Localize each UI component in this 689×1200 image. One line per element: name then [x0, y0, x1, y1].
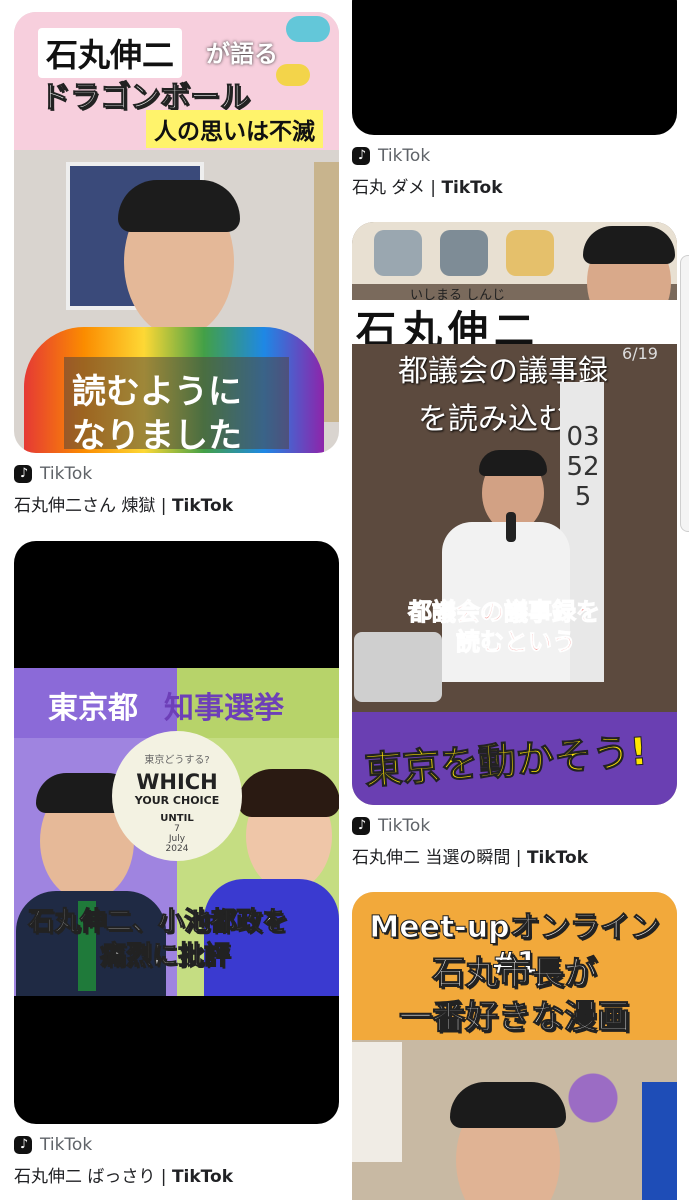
result-thumbnail-1[interactable]: 石丸伸二 が語る ドラゴンボール 人の思いは不滅 読むように なりました — [14, 12, 339, 453]
result-thumbnail-4[interactable]: いしまる しんじ 石丸伸二 6/19 都議会の議事録 を読み込む? 03 525 — [352, 222, 677, 805]
result-card-4[interactable]: いしまる しんじ 石丸伸二 6/19 都議会の議事録 を読み込む? 03 525 — [352, 222, 677, 868]
result-title-1[interactable]: 石丸伸二さん 煉獄 | TikTok — [14, 491, 339, 516]
choice-badge: 東京どうする? WHICH YOUR CHOICE UNTIL 7 July 2… — [112, 731, 242, 861]
jersey — [642, 1082, 677, 1200]
person-hair — [118, 180, 240, 232]
date-label: 6/19 — [622, 344, 658, 363]
thumb-caption-2: なりました — [72, 416, 242, 453]
source-label: TikTok — [378, 146, 431, 166]
title-name-box: 石丸伸二 — [38, 28, 183, 78]
cat-icon — [440, 230, 488, 276]
result-card-3[interactable]: ♪ TikTok 石丸 ダメ | TikTok — [352, 0, 677, 198]
source-label: TikTok — [40, 464, 93, 484]
result-thumbnail-3[interactable] — [352, 0, 677, 135]
meetup-line-3: 一番好きな漫画 — [399, 997, 631, 1037]
result-source-4[interactable]: ♪ TikTok — [352, 815, 677, 837]
man-hair — [583, 226, 675, 264]
tiktok-icon: ♪ — [352, 147, 370, 165]
red-line-2: 読むという — [456, 628, 577, 657]
result-title-3[interactable]: 石丸 ダメ | TikTok — [352, 173, 677, 198]
result-title-4[interactable]: 石丸伸二 当選の瞬間 | TikTok — [352, 843, 677, 868]
chat-bubble-icon-2 — [276, 64, 310, 86]
result-thumbnail-2[interactable]: 東京都 知事選挙 東京どうする? WHICH YOUR CHOICE UNTIL — [14, 541, 339, 1124]
speaker-hair — [479, 450, 547, 476]
meetup-line-2: 石丸市長が — [432, 953, 598, 993]
result-source-2[interactable]: ♪ TikTok — [14, 1134, 339, 1156]
thumb-caption-1: 読むように — [72, 372, 242, 412]
header-left-text: 東京都 — [48, 691, 138, 726]
tiktok-icon: ♪ — [14, 1136, 32, 1154]
source-label: TikTok — [378, 816, 431, 836]
result-card-2[interactable]: 東京都 知事選挙 東京どうする? WHICH YOUR CHOICE UNTIL — [14, 541, 339, 1187]
chat-bubble-icon — [286, 16, 330, 42]
caption-line-2: 痛烈に批評 — [99, 941, 231, 972]
title-line-3-box: 人の思いは不滅 — [146, 110, 323, 148]
result-card-1[interactable]: 石丸伸二 が語る ドラゴンボール 人の思いは不滅 読むように なりました ♪ T… — [14, 12, 339, 516]
tiktok-icon: ♪ — [14, 465, 32, 483]
caption-line-1: 石丸伸二、小池都政を — [27, 907, 289, 938]
cat-icon — [374, 230, 422, 276]
loudspeaker — [354, 632, 442, 702]
wall-frame — [352, 1042, 402, 1162]
tiktok-icon: ♪ — [352, 817, 370, 835]
title-suffix: が語る — [206, 40, 278, 68]
result-source-1[interactable]: ♪ TikTok — [14, 463, 339, 485]
image-search-results: 石丸伸二 が語る ドラゴンボール 人の思いは不滅 読むように なりました ♪ T… — [0, 0, 689, 1200]
result-source-3[interactable]: ♪ TikTok — [352, 145, 677, 167]
flower-vase — [558, 1062, 628, 1182]
phone-number: 03 525 — [566, 422, 600, 512]
source-label: TikTok — [40, 1135, 93, 1155]
header-right-text: 知事選挙 — [164, 691, 284, 726]
result-title-2[interactable]: 石丸伸二 ばっさり | TikTok — [14, 1162, 339, 1187]
microphone-icon — [506, 512, 516, 542]
woman-hair — [238, 769, 339, 817]
result-card-5[interactable]: Meet-upオンライン#1 石丸市長が 一番好きな漫画 — [352, 892, 677, 1200]
man-hair — [450, 1082, 566, 1128]
result-thumbnail-5[interactable]: Meet-upオンライン#1 石丸市長が 一番好きな漫画 — [352, 892, 677, 1200]
side-panel-handle[interactable] — [680, 255, 689, 532]
cat-icon — [506, 230, 554, 276]
